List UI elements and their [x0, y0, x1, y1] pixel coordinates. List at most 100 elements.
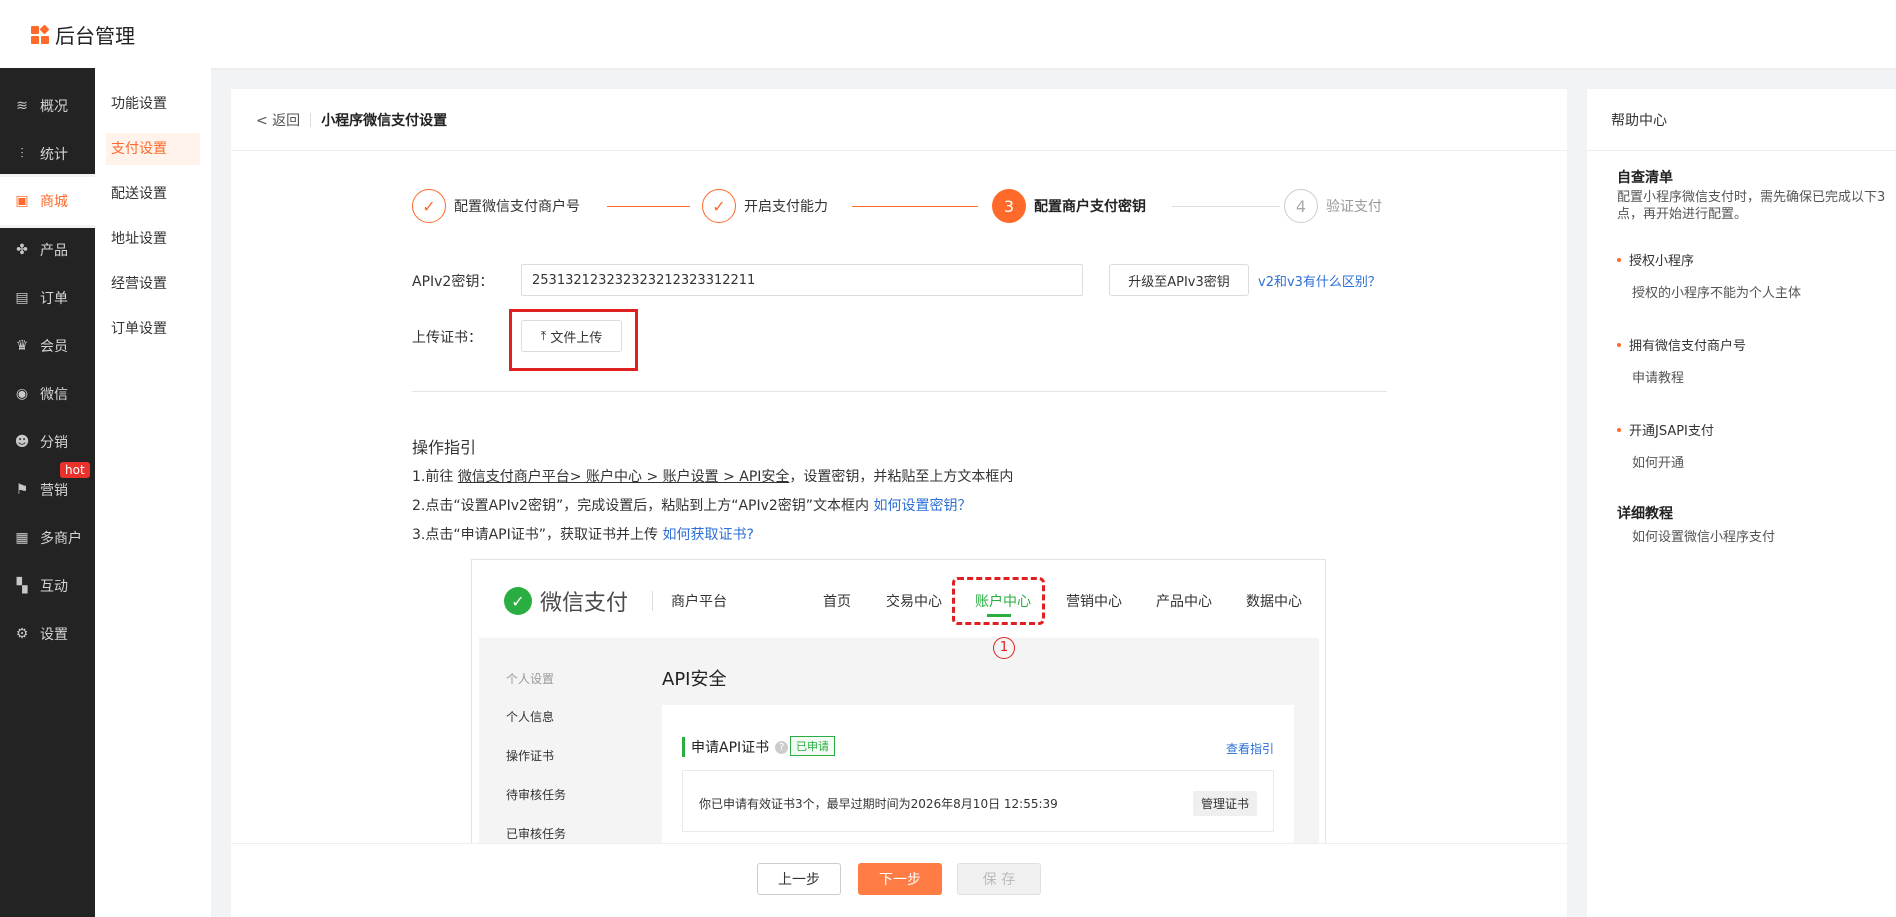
nav-item-settings[interactable]: ⚙ 设置	[0, 610, 95, 658]
checklist-item-title: 开通JSAPI支付	[1629, 424, 1714, 439]
nav-item-shop[interactable]: ▣ 商城	[0, 177, 95, 225]
nav-item-distribution[interactable]: ☻ 分销	[0, 418, 95, 466]
prev-step-button[interactable]: 上一步	[757, 863, 841, 895]
subnav-item-function[interactable]: 功能设置	[106, 88, 200, 120]
wechat-pay-brand: 微信支付	[540, 591, 629, 616]
highlight-frame	[509, 309, 638, 371]
next-step-button[interactable]: 下一步	[858, 863, 942, 895]
checklist-item: 授权小程序	[1617, 250, 1694, 269]
wechat-pay-icon: ✓	[504, 587, 532, 615]
checklist-item-title: 拥有微信支付商户号	[1629, 339, 1747, 354]
back-link[interactable]: < 返回	[256, 110, 300, 130]
save-button[interactable]: 保 存	[957, 863, 1041, 895]
step-label: 验证支付	[1326, 199, 1382, 215]
api-cert-title-text: 申请API证书	[691, 740, 770, 756]
step-number: 3	[992, 189, 1026, 223]
app-title: 后台管理	[55, 24, 135, 48]
nav-item-overview[interactable]: ≋ 概况	[0, 82, 95, 130]
view-guide-link: 查看指引	[1225, 742, 1274, 756]
nav-item-wechat[interactable]: ◉ 微信	[0, 370, 95, 418]
nav-label: 订单	[40, 291, 68, 307]
step-4: 4 验证支付	[1284, 189, 1382, 223]
nav-item-interact[interactable]: ▚ 互动	[0, 562, 95, 610]
nav-label: 营销	[40, 483, 68, 499]
nav-label: 微信	[40, 387, 68, 403]
subnav-item-delivery[interactable]: 配送设置	[106, 178, 200, 210]
gear-icon: ⚙	[15, 626, 29, 642]
crown-icon: ♛	[15, 338, 29, 354]
top-bar: 后台管理	[0, 0, 1896, 68]
checklist-item-title: 授权小程序	[1629, 254, 1695, 269]
checklist-item: 拥有微信支付商户号	[1617, 335, 1746, 354]
wx-side-item: 操作证书	[506, 749, 555, 763]
step-3: 3 配置商户支付密钥	[992, 189, 1146, 223]
guide-text: 3.点击“申请API证书”，获取证书并上传	[412, 527, 663, 543]
active-tab-underline	[987, 614, 1011, 617]
tutorial-link[interactable]: 如何设置微信小程序支付	[1632, 526, 1775, 545]
step-label: 配置微信支付商户号	[454, 199, 580, 215]
guide-screenshot: ✓ 微信支付 商户平台 首页 交易中心 账户中心 营销中心 产品中心 数据中心 …	[471, 559, 1326, 849]
merchant-icon: ▦	[15, 530, 29, 546]
shop-icon: ▣	[15, 193, 29, 209]
page-title: 小程序微信支付设置	[321, 112, 448, 129]
product-icon: ✤	[16, 242, 28, 258]
nav-item-merchant[interactable]: ▦ 多商户	[0, 514, 95, 562]
subnav-item-order[interactable]: 订单设置	[106, 313, 200, 345]
subnav-item-payment[interactable]: 支付设置	[106, 133, 200, 165]
nav-item-product[interactable]: ✤ 产品	[0, 226, 95, 274]
v2-v3-diff-link[interactable]: v2和v3有什么区别？	[1258, 271, 1381, 290]
guide-step-3: 3.点击“申请API证书”，获取证书并上传 如何获取证书?	[412, 524, 754, 544]
nav-item-stats[interactable]: ⫶ 统计	[0, 130, 95, 178]
main-panel: < 返回 小程序微信支付设置 ✓ 配置微信支付商户号 ✓ 开启支付能力 3 配置…	[231, 89, 1567, 917]
step-label: 配置商户支付密钥	[1034, 199, 1146, 215]
wx-side-item: 个人信息	[506, 710, 555, 724]
merchant-platform-label: 商户平台	[652, 591, 727, 611]
subnav-item-business[interactable]: 经营设置	[106, 268, 200, 300]
api-cert-title: 申请API证书 ?	[682, 737, 789, 757]
nav-label: 多商户	[40, 531, 82, 547]
section-divider	[412, 391, 1387, 392]
flag-icon: ⚑	[15, 482, 29, 498]
step-1: ✓ 配置微信支付商户号	[412, 189, 580, 223]
footer-actions: 上一步 下一步 保 存	[231, 843, 1567, 917]
nav-item-order[interactable]: ▤ 订单	[0, 274, 95, 322]
wx-side-item: 待审核任务	[506, 788, 567, 802]
check-icon: ✓	[412, 189, 446, 223]
app-logo[interactable]: 后台管理	[31, 20, 135, 49]
merchant-platform-link[interactable]: 微信支付商户平台> 账户中心 > 账户设置 > API安全	[458, 469, 790, 485]
nav-label: 概况	[40, 99, 68, 115]
wx-side-item: 已审核任务	[506, 827, 567, 841]
hot-badge: hot	[60, 462, 90, 478]
upload-cert-label: 上传证书：	[412, 330, 482, 346]
wx-nav-data: 数据中心	[1246, 594, 1302, 610]
wechat-pay-header: ✓ 微信支付 商户平台 首页 交易中心 账户中心 营销中心 产品中心 数据中心	[472, 560, 1325, 640]
nav-label: 设置	[40, 627, 68, 643]
wechat-icon: ◉	[15, 386, 29, 402]
how-get-cert-link[interactable]: 如何获取证书?	[662, 527, 753, 543]
bullet-icon	[1617, 427, 1621, 432]
wx-nav-trade: 交易中心	[886, 594, 942, 610]
upgrade-v3-button[interactable]: 升级至APIv3密钥	[1109, 264, 1249, 296]
api-key-input[interactable]	[521, 264, 1083, 296]
subnav-item-address[interactable]: 地址设置	[106, 223, 200, 255]
checklist-title: 自查清单	[1617, 170, 1673, 186]
how-to-enable-link[interactable]: 如何开通	[1632, 452, 1684, 471]
step-connector	[607, 206, 690, 207]
checklist-desc: 配置小程序微信支付时，需先确保已完成以下3点，再开始进行配置。	[1617, 190, 1886, 222]
guide-title: 操作指引	[412, 438, 477, 457]
wx-nav-home: 首页	[823, 594, 851, 610]
checklist-item-sub: 授权的小程序不能为个人主体	[1632, 286, 1802, 301]
step-progress: ✓ 配置微信支付商户号 ✓ 开启支付能力 3 配置商户支付密钥 4 验证支付	[412, 189, 1412, 223]
how-set-key-link[interactable]: 如何设置密钥？	[874, 498, 972, 514]
nav-label: 产品	[40, 243, 68, 259]
distribution-icon: ☻	[14, 434, 30, 450]
tutorial-title: 详细教程	[1617, 506, 1673, 522]
api-security-title: API安全	[662, 669, 727, 690]
step-marker: 1	[993, 637, 1015, 659]
wx-side-heading: 个人设置	[506, 672, 555, 686]
step-label: 开启支付能力	[744, 199, 828, 215]
order-icon: ▤	[15, 290, 29, 306]
apply-tutorial-link[interactable]: 申请教程	[1632, 367, 1684, 386]
nav-item-member[interactable]: ♛ 会员	[0, 322, 95, 370]
page-header: < 返回 小程序微信支付设置	[231, 89, 1567, 151]
